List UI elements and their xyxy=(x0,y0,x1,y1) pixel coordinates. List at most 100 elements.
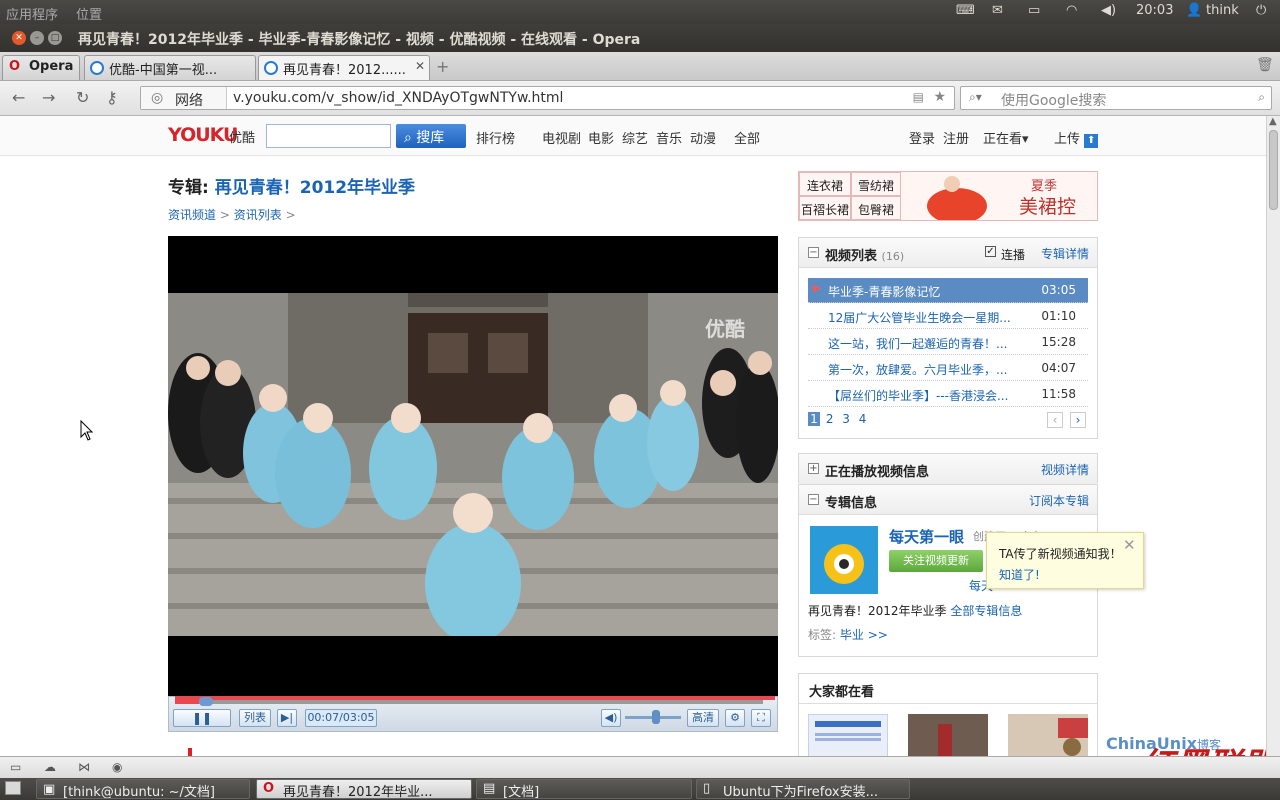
ad-cell[interactable]: 雪纺裙 xyxy=(851,172,901,196)
volume-knob[interactable] xyxy=(651,710,660,724)
page-3[interactable]: 3 xyxy=(842,412,850,426)
prev-page-icon[interactable]: ‹ xyxy=(1047,412,1063,428)
tooltip-ack-link[interactable]: 知道了! xyxy=(999,566,1040,583)
nav-anime[interactable]: 动漫 xyxy=(690,128,716,147)
bookmark-star-icon[interactable]: ★ xyxy=(933,89,946,105)
back-icon[interactable]: ← xyxy=(12,88,25,107)
subscribe-album-link[interactable]: 订阅本专辑 xyxy=(1029,492,1089,509)
show-desktop-icon[interactable] xyxy=(5,781,21,795)
volume-icon[interactable]: ◀) xyxy=(1101,3,1116,18)
search-engine-icon[interactable]: ⌕▾ xyxy=(969,90,982,105)
taskbar-item-opera[interactable]: O 再见青春！2012年毕业... xyxy=(256,779,472,799)
feed-icon[interactable]: ▤ xyxy=(913,90,924,104)
progress-track[interactable] xyxy=(175,696,775,706)
nav-ranking[interactable]: 排行榜 xyxy=(476,128,515,147)
pause-button[interactable]: ❚❚ xyxy=(173,709,231,727)
album-detail-link[interactable]: 专辑详情 xyxy=(1041,245,1089,262)
power-icon[interactable]: ⏻ xyxy=(1256,3,1266,18)
taskbar-item-terminal[interactable]: ▣ [think@ubuntu: ~/文档] xyxy=(36,779,250,799)
clock[interactable]: 20:03 xyxy=(1136,3,1173,18)
new-tab-icon[interactable]: + xyxy=(436,57,449,76)
video-list-item[interactable]: 这一站，我们一起邂逅的青春！... 15:28 xyxy=(808,330,1088,355)
close-window-button[interactable]: ✕ xyxy=(12,31,26,45)
video-list-item[interactable]: 12届广大公管毕业生晚会一星期... 01:10 xyxy=(808,304,1088,329)
page-scrollbar[interactable]: ▲ xyxy=(1266,116,1280,756)
close-icon[interactable]: ✕ xyxy=(1123,536,1136,554)
user-icon[interactable]: 👤 xyxy=(1186,3,1202,18)
video-list-item[interactable]: 第一次，放肆爱。六月毕业季，... 04:07 xyxy=(808,356,1088,381)
nav-tv[interactable]: 电视剧 xyxy=(542,128,581,147)
page-4[interactable]: 4 xyxy=(859,412,867,426)
login-link[interactable]: 登录 xyxy=(909,128,935,147)
now-playing-header[interactable]: + 正在播放视频信息 视频详情 xyxy=(799,454,1097,484)
scroll-thumb[interactable] xyxy=(1269,130,1278,210)
quality-button[interactable]: 高清 xyxy=(687,709,719,727)
trash-icon[interactable]: 🗑 xyxy=(1256,57,1274,73)
site-info-button[interactable]: ◎ 网络 xyxy=(141,87,227,109)
video-list-item[interactable]: 【屌丝们的毕业季】---香港浸会... 11:58 xyxy=(808,382,1088,407)
tab-current-video[interactable]: 再见青春！2012...... ✕ xyxy=(258,55,430,80)
next-icon[interactable]: ▶| xyxy=(277,709,297,727)
popular-thumb[interactable] xyxy=(1008,714,1088,756)
volume-icon[interactable]: ◀) xyxy=(601,709,621,727)
collapse-icon[interactable]: − xyxy=(808,247,819,258)
collapse-icon[interactable]: − xyxy=(808,494,819,505)
page-1[interactable]: 1 xyxy=(808,412,820,426)
wifi-icon[interactable]: ◠ xyxy=(1066,3,1077,18)
scroll-up-icon[interactable]: ▲ xyxy=(1269,116,1277,127)
video-frame[interactable]: 优酷 xyxy=(168,293,778,636)
share-icon[interactable]: ⋈ xyxy=(78,760,90,774)
taskbar-item-document[interactable]: ▯ Ubuntu下为Firefox安装... xyxy=(696,779,910,799)
all-album-info-link[interactable]: 全部专辑信息 xyxy=(950,604,1022,618)
channel-avatar[interactable] xyxy=(810,526,878,594)
video-list-item[interactable]: ▶ 毕业季-青春影像记忆 03:05 xyxy=(808,278,1088,303)
popular-thumb[interactable] xyxy=(808,714,888,756)
address-field[interactable]: ◎ 网络 v.youku.com/v_show/id_XNDAyOTgwNTYw… xyxy=(140,86,955,110)
unite-icon[interactable]: ☁ xyxy=(44,760,56,774)
follow-updates-button[interactable]: 关注视频更新 xyxy=(889,550,983,572)
nav-variety[interactable]: 综艺 xyxy=(622,128,648,147)
ad-cell[interactable]: 包臀裙 xyxy=(851,196,901,220)
expand-icon[interactable]: + xyxy=(808,463,819,474)
register-link[interactable]: 注册 xyxy=(943,128,969,147)
volume-slider[interactable] xyxy=(625,710,681,724)
playlist-button[interactable]: 列表 xyxy=(239,709,271,727)
speed-dial-icon[interactable]: ◉ xyxy=(112,760,122,774)
settings-icon[interactable]: ⚙ xyxy=(725,709,745,727)
ad-cell[interactable]: 百褶长裙 xyxy=(799,196,851,220)
tab-youku-home[interactable]: 优酷-中国第一视... xyxy=(84,55,256,80)
watching-menu[interactable]: 正在看▾ xyxy=(983,128,1029,147)
breadcrumb-news-list[interactable]: 资讯列表 xyxy=(234,208,282,222)
album-name-link[interactable]: 再见青春！2012年毕业季 xyxy=(215,178,415,198)
battery-icon[interactable]: ▭ xyxy=(1028,3,1040,18)
tag-link[interactable]: 毕业 >> xyxy=(840,628,888,642)
maximize-window-button[interactable]: □ xyxy=(48,31,62,45)
progress-knob[interactable] xyxy=(198,697,213,706)
close-tab-icon[interactable]: ✕ xyxy=(415,59,425,73)
autoplay-checkbox[interactable]: ✓ xyxy=(985,246,996,257)
next-page-icon[interactable]: › xyxy=(1070,412,1086,428)
user-name[interactable]: think xyxy=(1206,3,1239,18)
youku-search-input[interactable] xyxy=(266,124,391,148)
url-text[interactable]: v.youku.com/v_show/id_XNDAyOTgwNTYw.html xyxy=(233,90,563,106)
nav-music[interactable]: 音乐 xyxy=(656,128,682,147)
popular-thumb[interactable] xyxy=(908,714,988,756)
video-player[interactable]: 优酷 xyxy=(168,236,778,696)
channel-name-link[interactable]: 每天第一眼 xyxy=(889,526,964,547)
nav-movie[interactable]: 电影 xyxy=(588,128,614,147)
upload-link[interactable]: 上传 ⬆ xyxy=(1054,128,1099,148)
search-field[interactable]: ⌕▾ 使用Google搜索 ⌕ xyxy=(960,86,1272,110)
ad-banner[interactable]: 连衣裙 雪纺裙 百褶长裙 包臀裙 夏季 美裙控 xyxy=(798,171,1098,221)
page-2[interactable]: 2 xyxy=(826,412,834,426)
key-icon[interactable]: ⚷ xyxy=(106,88,118,107)
taskbar-item-files[interactable]: ▤ [文档] xyxy=(476,779,692,799)
mail-icon[interactable]: ✉ xyxy=(992,3,1003,18)
breadcrumb-news-channel[interactable]: 资讯频道 xyxy=(168,208,216,222)
video-detail-link[interactable]: 视频详情 xyxy=(1041,461,1089,478)
youku-logo[interactable]: YOUKU xyxy=(168,124,238,146)
fullscreen-icon[interactable]: ⛶ xyxy=(751,709,771,727)
minimize-window-button[interactable]: – xyxy=(30,31,44,45)
reload-icon[interactable]: ↻ xyxy=(76,88,89,107)
panel-toggle-icon[interactable]: ▭ xyxy=(10,760,21,774)
nav-all[interactable]: 全部 xyxy=(734,128,760,147)
